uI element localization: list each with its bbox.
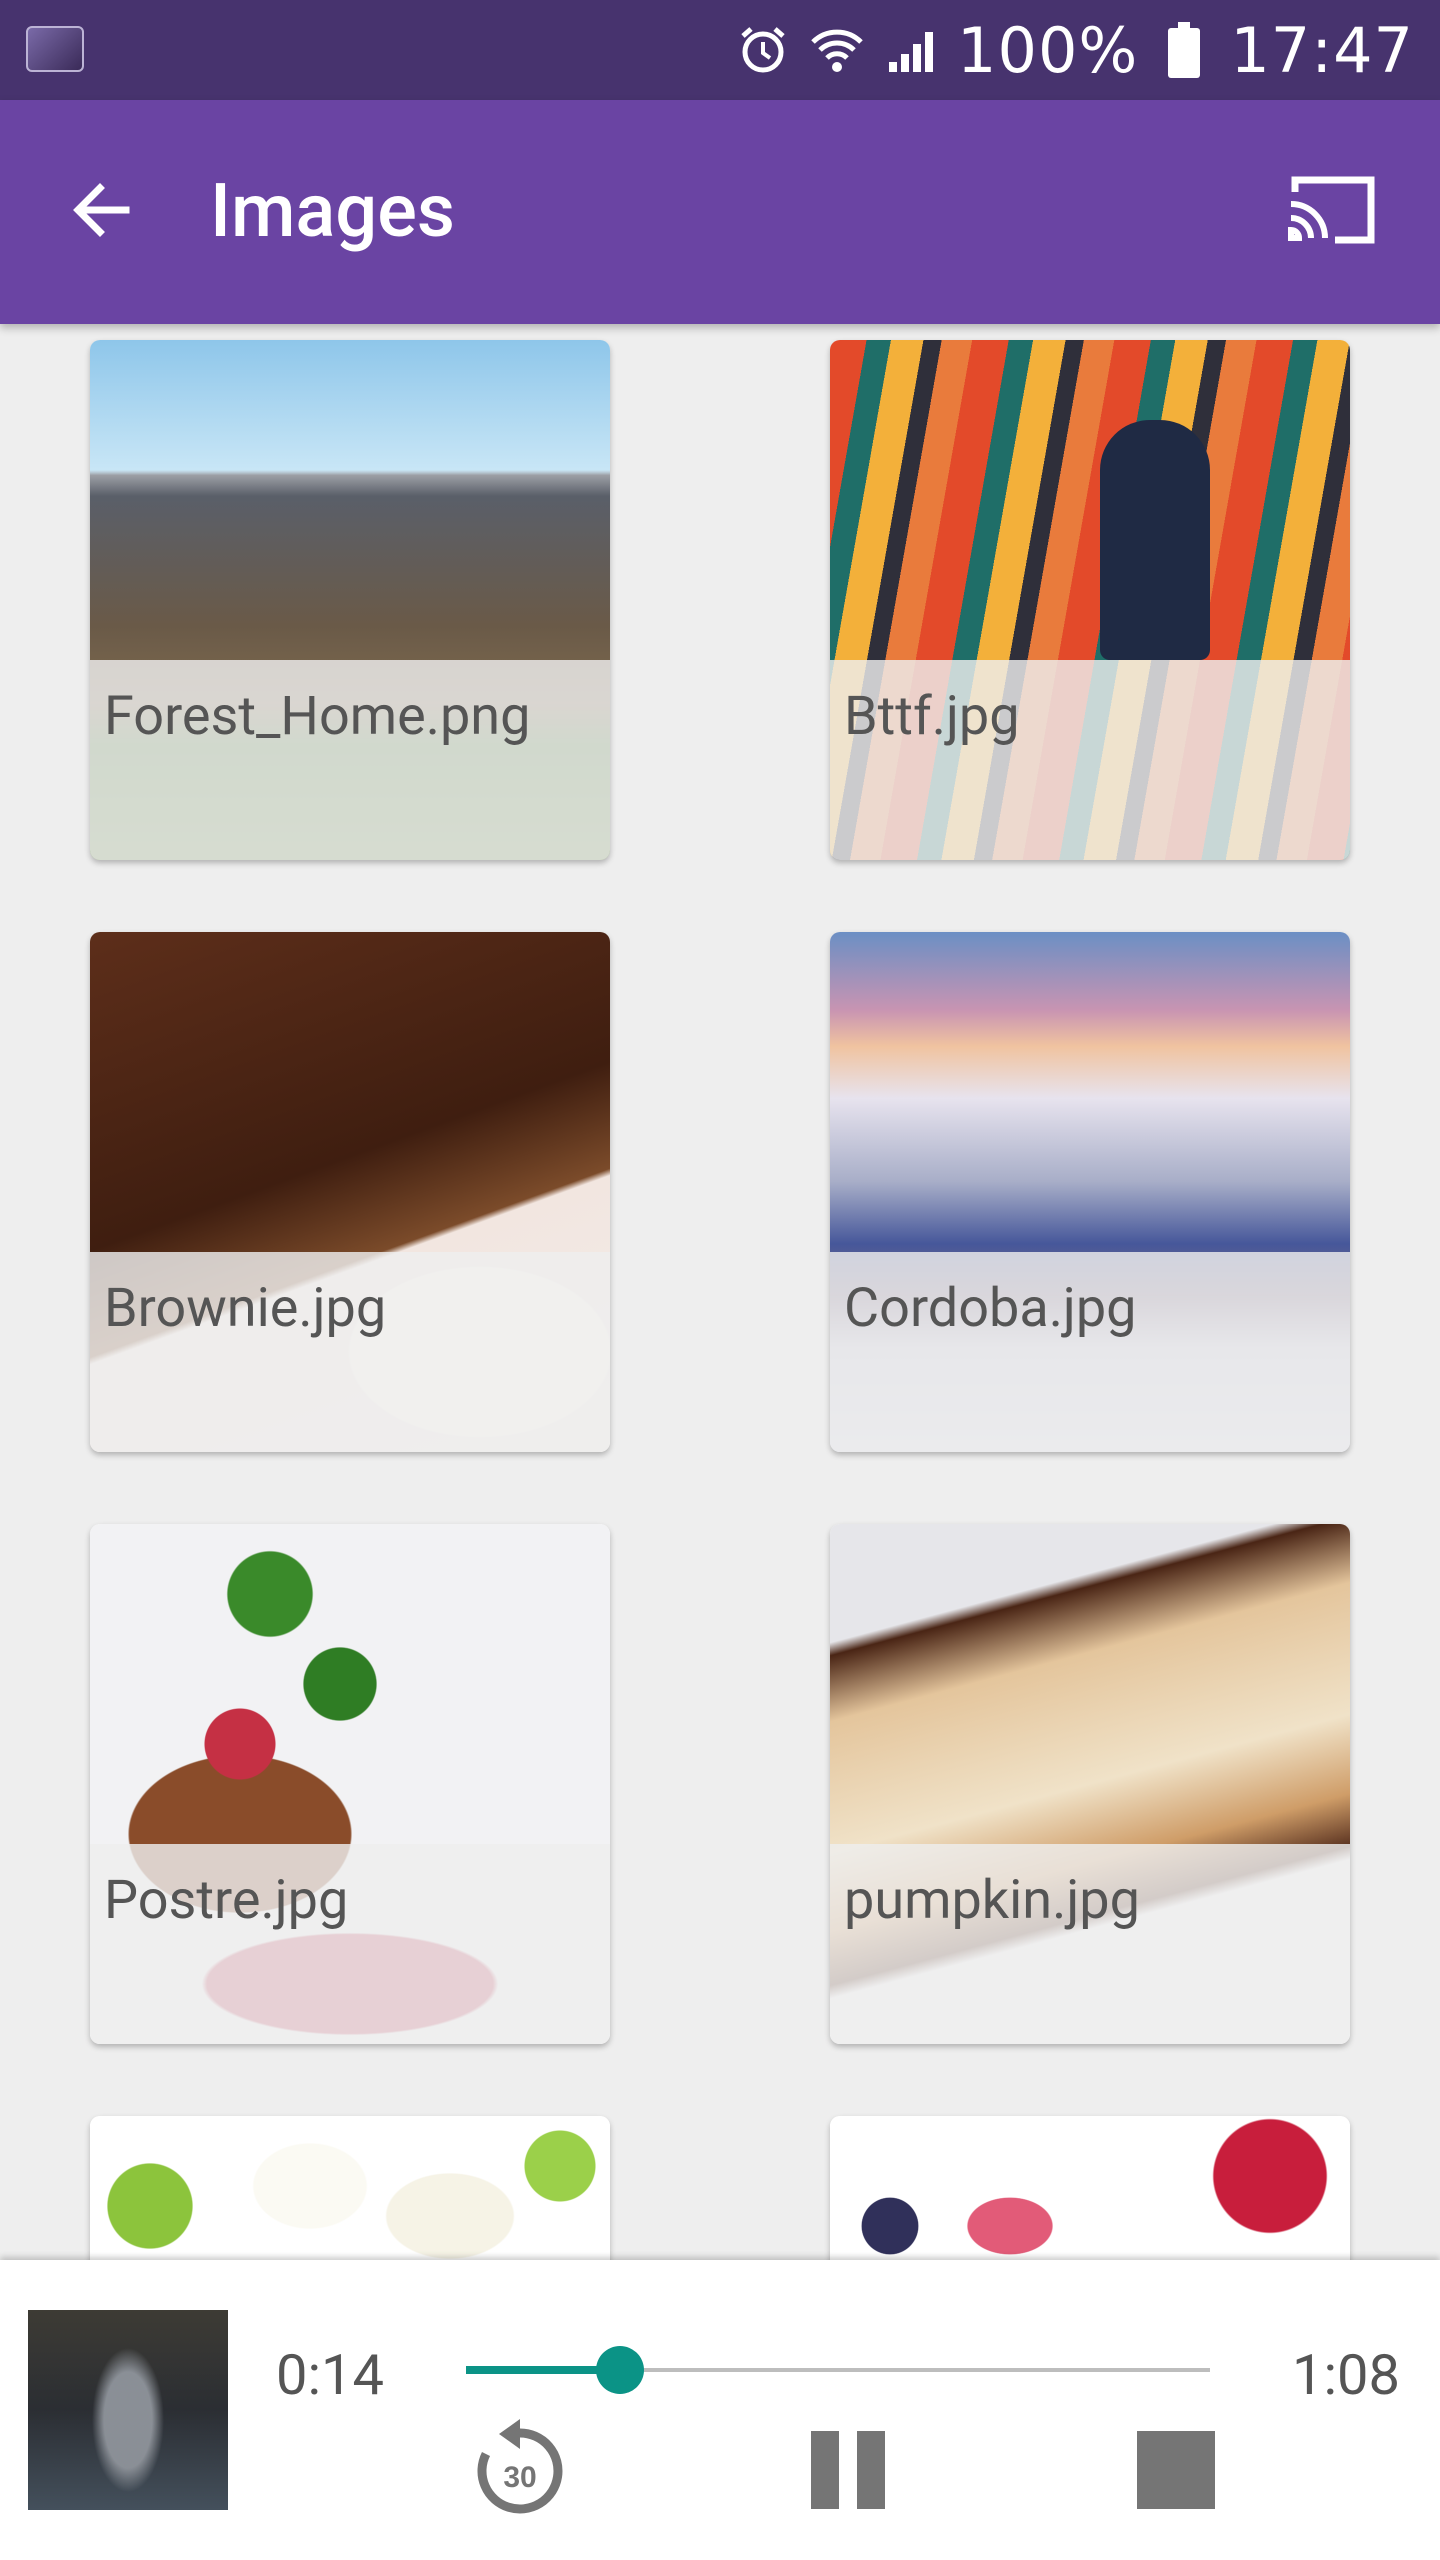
- wifi-icon: [809, 22, 865, 78]
- back-button[interactable]: [52, 162, 152, 262]
- seek-thumb[interactable]: [596, 2346, 644, 2394]
- media-player: 0:14 1:08 30: [0, 2260, 1440, 2560]
- page-title: Images: [210, 168, 455, 255]
- thumbnail-image: [830, 2116, 1350, 2260]
- replay-30-button[interactable]: 30: [460, 2410, 580, 2530]
- image-card[interactable]: Cordoba.jpg: [830, 932, 1350, 1452]
- thumbnail-image: [90, 2116, 610, 2260]
- stop-button[interactable]: [1116, 2410, 1236, 2530]
- image-card[interactable]: Brownie.jpg: [90, 932, 610, 1452]
- image-card[interactable]: [830, 2116, 1350, 2260]
- battery-percentage: 100%: [957, 13, 1139, 87]
- image-filename: Brownie.jpg: [104, 1277, 387, 1340]
- signal-icon: [883, 22, 939, 78]
- image-card[interactable]: pumpkin.jpg: [830, 1524, 1350, 2044]
- cast-icon: [1287, 172, 1379, 252]
- app-bar: Images: [0, 100, 1440, 324]
- image-card[interactable]: Postre.jpg: [90, 1524, 610, 2044]
- image-filename: Forest_Home.png: [104, 685, 531, 748]
- image-filename: Cordoba.jpg: [844, 1277, 1137, 1340]
- battery-icon: [1156, 22, 1212, 78]
- cast-button[interactable]: [1278, 162, 1388, 262]
- image-card[interactable]: [90, 2116, 610, 2260]
- seek-bar[interactable]: [466, 2346, 1210, 2394]
- replay-seconds-label: 30: [503, 2461, 536, 2494]
- status-bar: 100% 17:47: [0, 0, 1440, 100]
- arrow-back-icon: [66, 174, 138, 250]
- clock: 17:47: [1230, 13, 1414, 87]
- guitarist-silhouette: [1100, 420, 1210, 660]
- current-time: 0:14: [276, 2342, 384, 2408]
- notification-app-icon: [26, 26, 84, 72]
- album-art: [28, 2310, 228, 2510]
- pause-button[interactable]: [788, 2410, 908, 2530]
- image-filename: pumpkin.jpg: [844, 1869, 1140, 1932]
- stop-icon: [1137, 2431, 1215, 2509]
- status-icons: 100% 17:47: [735, 13, 1414, 87]
- alarm-icon: [735, 22, 791, 78]
- image-grid: Forest_Home.png Bttf.jpg Brownie.jpg Cor…: [0, 324, 1440, 2260]
- image-filename: Postre.jpg: [104, 1869, 349, 1932]
- image-card[interactable]: Forest_Home.png: [90, 340, 610, 860]
- total-time: 1:08: [1292, 2342, 1400, 2408]
- pause-icon: [811, 2431, 885, 2509]
- replay-30-icon: 30: [477, 2419, 563, 2514]
- image-filename: Bttf.jpg: [844, 685, 1020, 748]
- image-card[interactable]: Bttf.jpg: [830, 340, 1350, 860]
